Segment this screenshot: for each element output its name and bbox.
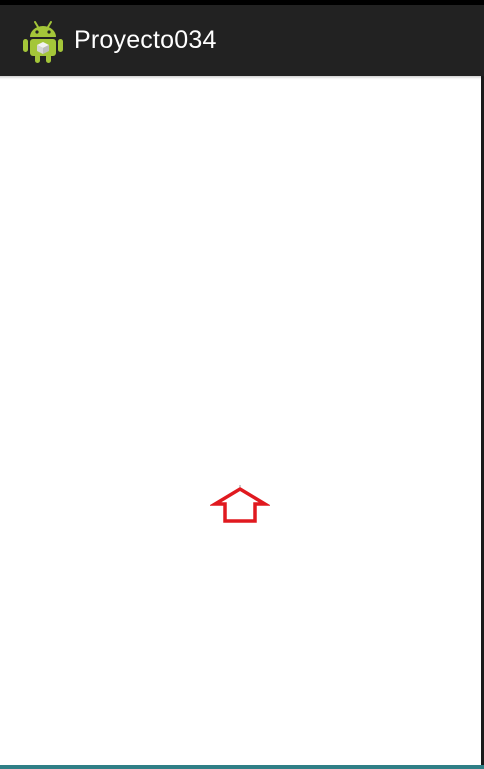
arrow-up-outline-icon[interactable] bbox=[210, 483, 270, 525]
action-bar: Proyecto034 bbox=[0, 5, 484, 76]
app-screen: Proyecto034 bbox=[0, 0, 484, 769]
bottom-edge bbox=[0, 765, 484, 769]
action-bar-shadow bbox=[0, 76, 481, 79]
android-robot-icon[interactable] bbox=[22, 18, 64, 64]
app-title: Proyecto034 bbox=[74, 26, 217, 54]
main-content bbox=[0, 76, 481, 765]
